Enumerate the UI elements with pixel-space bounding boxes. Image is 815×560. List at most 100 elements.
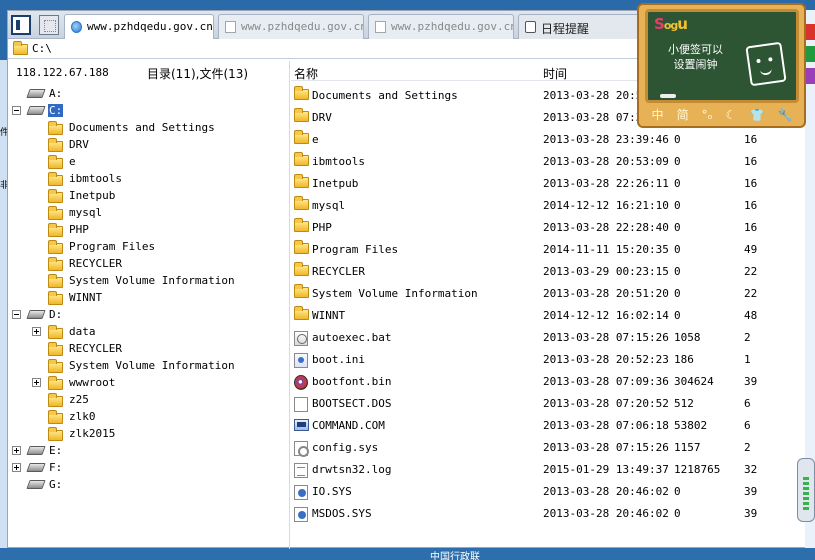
expand-toggle[interactable] xyxy=(32,378,41,387)
file-size: 1218765 xyxy=(674,463,721,476)
file-size: 1058 xyxy=(674,331,701,344)
drive-icon xyxy=(26,480,46,489)
tab-schedule-reminder[interactable]: 日程提醒 xyxy=(518,14,646,39)
file-size: 0 xyxy=(674,221,681,234)
file-attr: 6 xyxy=(744,397,751,410)
new-tab-button[interactable] xyxy=(39,15,59,35)
tree-drive-label: D: xyxy=(49,308,63,321)
pane-splitter[interactable] xyxy=(289,61,290,549)
tree-folder-label: e xyxy=(69,155,76,168)
tree-drive-label: C: xyxy=(48,104,64,117)
file-row[interactable]: RECYCLER 2013-03-29 00:23:15 0 22 xyxy=(291,260,815,282)
file-name: config.sys xyxy=(312,441,379,454)
drive-icon xyxy=(26,310,46,319)
column-header-name[interactable]: 名称 xyxy=(294,65,318,82)
tree-folder-label: DRV xyxy=(69,138,89,151)
file-size: 0 xyxy=(674,485,681,498)
note-message: 小便签可以 设置闹钟 xyxy=(668,42,723,72)
file-row[interactable]: e 2013-03-28 23:39:46 0 16 xyxy=(291,128,815,150)
folder-icon xyxy=(48,155,63,169)
file-row[interactable]: bootfont.bin 2013-03-28 07:09:36 304624 39 xyxy=(291,370,815,392)
tab-1[interactable]: www.pzhdqedu.gov.cn xyxy=(64,14,214,40)
file-size: 0 xyxy=(674,133,681,146)
page-icon xyxy=(375,21,386,33)
expand-toggle[interactable] xyxy=(32,327,41,336)
bat-file-icon xyxy=(294,331,308,346)
weather-icon[interactable]: °ₒ xyxy=(702,108,713,122)
wrench-icon[interactable]: 🔧 xyxy=(777,108,792,122)
level-bar xyxy=(803,482,809,485)
expand-toggle[interactable] xyxy=(12,463,21,472)
volume-meter-widget[interactable] xyxy=(797,458,815,522)
folder-icon xyxy=(48,206,63,220)
file-size: 0 xyxy=(674,309,681,322)
panel-toggle-button[interactable] xyxy=(11,15,31,35)
file-attr: 39 xyxy=(744,375,758,388)
level-bar xyxy=(803,502,809,505)
collapse-toggle[interactable] xyxy=(12,310,21,319)
file-time: 2013-03-28 07:15:26 xyxy=(543,331,669,344)
file-name: e xyxy=(312,133,319,146)
file-attr: 6 xyxy=(744,419,751,432)
simplified-button[interactable]: 简 xyxy=(677,106,689,123)
folder-icon xyxy=(294,306,309,320)
folder-icon xyxy=(48,376,63,390)
tree-folder-label: PHP xyxy=(69,223,89,236)
sticky-note-widget[interactable]: Sogu 小便签可以 设置闹钟 中 简 °ₒ ☾ 👕 🔧 xyxy=(637,3,806,128)
folder-icon xyxy=(48,393,63,407)
file-row[interactable]: PHP 2013-03-28 22:28:40 0 16 xyxy=(291,216,815,238)
file-row[interactable]: autoexec.bat 2013-03-28 07:15:26 1058 2 xyxy=(291,326,815,348)
folder-icon xyxy=(294,152,309,166)
expand-toggle[interactable] xyxy=(12,446,21,455)
tab-3[interactable]: www.pzhdqedu.gov.cn xyxy=(368,14,514,39)
tree-drive-label: A: xyxy=(49,87,63,100)
file-row[interactable]: boot.ini 2013-03-28 20:52:23 186 1 xyxy=(291,348,815,370)
tree-folder-label: z25 xyxy=(69,393,89,406)
folder-icon xyxy=(48,291,63,305)
file-time: 2015-01-29 13:49:37 xyxy=(543,463,669,476)
file-row[interactable]: config.sys 2013-03-28 07:15:26 1157 2 xyxy=(291,436,815,458)
column-header-time[interactable]: 时间 xyxy=(543,65,567,82)
file-row[interactable]: System Volume Information 2013-03-28 20:5… xyxy=(291,282,815,304)
tree-header: 118.122.67.188 目录(11),文件(13) xyxy=(8,61,289,81)
file-row[interactable]: BOOTSECT.DOS 2013-03-28 07:20:52 512 6 xyxy=(291,392,815,414)
file-attr: 16 xyxy=(744,133,758,146)
file-row[interactable]: Program Files 2014-11-11 15:20:35 0 49 xyxy=(291,238,815,260)
file-time: 2013-03-28 20:51 xyxy=(543,89,649,102)
file-time: 2013-03-28 20:51:20 xyxy=(543,287,669,300)
chinese-mode-button[interactable]: 中 xyxy=(652,106,664,123)
tree-folder-label: zlk0 xyxy=(69,410,96,423)
server-ip: 118.122.67.188 xyxy=(16,66,109,79)
file-time: 2013-03-28 23:39:46 xyxy=(543,133,669,146)
file-row[interactable]: MSDOS.SYS 2013-03-28 20:46:02 0 39 xyxy=(291,502,815,524)
file-list: Documents and Settings 2013-03-28 20:51 DR… xyxy=(291,83,815,533)
file-name: mysql xyxy=(312,199,346,212)
file-time: 2013-03-28 20:46:02 xyxy=(543,485,669,498)
tree-folder-label: RECYCLER xyxy=(69,257,122,270)
file-row[interactable]: WINNT 2014-12-12 16:02:14 0 48 xyxy=(291,304,815,326)
folder-icon xyxy=(294,196,309,210)
file-time: 2013-03-28 07:20:52 xyxy=(543,397,669,410)
file-row[interactable]: Inetpub 2013-03-28 22:26:11 0 16 xyxy=(291,172,815,194)
file-row[interactable]: ibmtools 2013-03-28 20:53:09 0 16 xyxy=(291,150,815,172)
file-row[interactable]: mysql 2014-12-12 16:21:10 0 16 xyxy=(291,194,815,216)
tree-folder-label: Documents and Settings xyxy=(69,121,215,134)
file-name: MSDOS.SYS xyxy=(312,507,372,520)
background-accent-red xyxy=(805,24,815,40)
file-name: BOOTSECT.DOS xyxy=(312,397,392,410)
file-row[interactable]: IO.SYS 2013-03-28 20:46:02 0 39 xyxy=(291,480,815,502)
file-size: 0 xyxy=(674,265,681,278)
file-row[interactable]: COMMAND.COM 2013-03-28 07:06:18 53802 6 xyxy=(291,414,815,436)
file-size: 0 xyxy=(674,243,681,256)
file-row[interactable]: drwtsn32.log 2015-01-29 13:49:37 1218765 32 xyxy=(291,458,815,480)
ini-file-icon xyxy=(294,353,308,368)
folder-icon xyxy=(48,325,63,339)
moon-icon[interactable]: ☾ xyxy=(726,108,737,122)
file-name: Documents and Settings xyxy=(312,89,458,102)
shirt-icon[interactable]: 👕 xyxy=(749,108,764,122)
collapse-toggle[interactable] xyxy=(12,106,21,115)
folder-icon xyxy=(48,189,63,203)
tree-folder-label: wwwroot xyxy=(69,376,116,389)
file-size: 0 xyxy=(674,507,681,520)
tab-2[interactable]: www.pzhdqedu.gov.cn xyxy=(218,14,364,39)
